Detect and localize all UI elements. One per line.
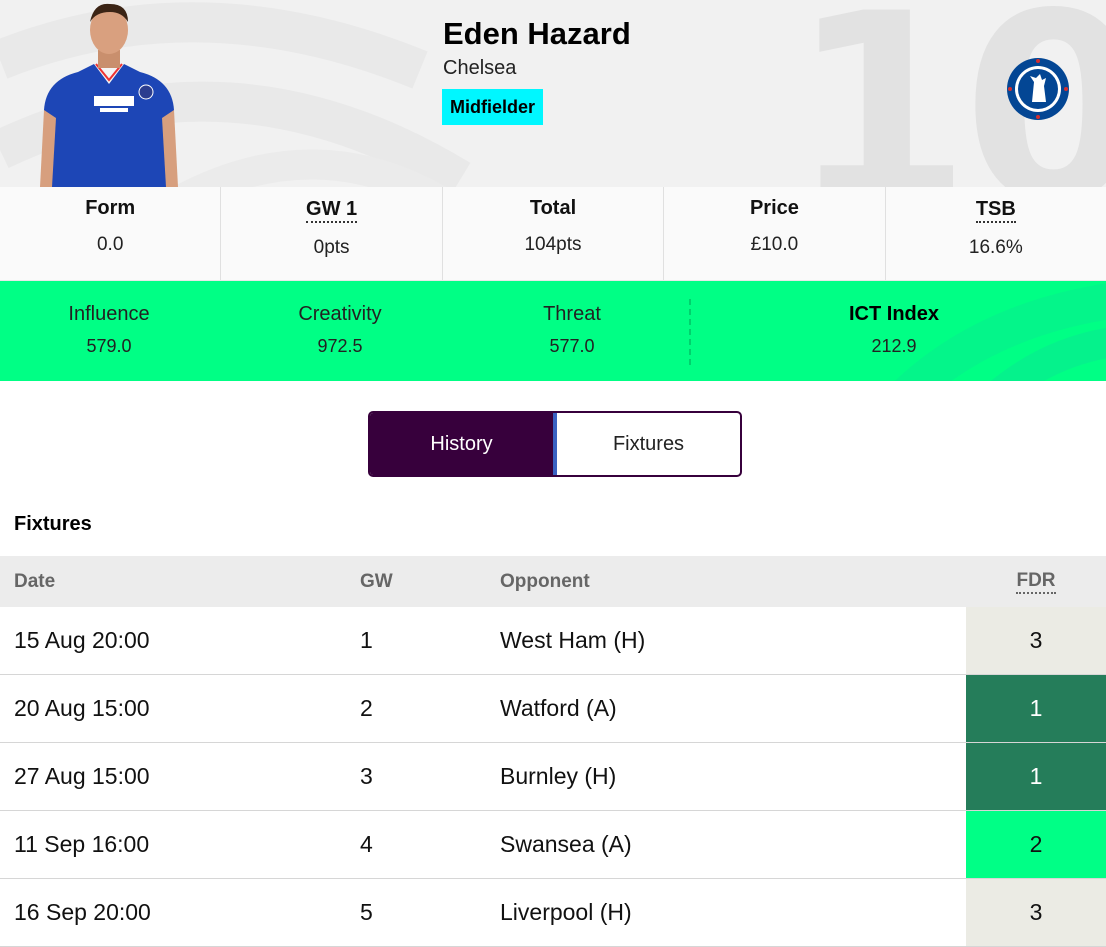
fixture-opponent: Liverpool (H) xyxy=(500,899,632,925)
table-row: 11 Sep 16:00 4 Swansea (A) 2 xyxy=(0,811,1106,879)
fixture-date: 27 Aug 15:00 xyxy=(14,763,150,789)
ict-value: 212.9 xyxy=(871,336,917,356)
fixture-fdr: 2 xyxy=(966,811,1106,878)
stat-label: Total xyxy=(529,197,577,219)
stat-value: 0pts xyxy=(313,237,350,258)
stat-value: 16.6% xyxy=(968,237,1023,258)
ict-value: 577.0 xyxy=(549,336,595,356)
fixture-opponent: Burnley (H) xyxy=(500,763,617,789)
view-tabs: History Fixtures xyxy=(368,411,742,477)
stat-value: 104pts xyxy=(524,234,582,255)
tab-fixtures[interactable]: Fixtures xyxy=(557,413,740,475)
ict-creativity: Creativity 972.5 xyxy=(218,281,462,381)
club-crest-icon xyxy=(1007,58,1069,120)
fixture-gw: 5 xyxy=(360,899,373,925)
column-header-gw: GW xyxy=(360,570,393,592)
ict-label: ICT Index xyxy=(848,303,939,325)
ict-value: 579.0 xyxy=(86,336,132,356)
fixture-date: 11 Sep 16:00 xyxy=(14,831,150,857)
fixtures-table: Date GW Opponent FDR 15 Aug 20:00 1 West… xyxy=(0,556,1106,947)
stat-label: Price xyxy=(749,197,799,219)
stat-gameweek: GW 1 0pts xyxy=(221,187,443,280)
stat-value: £10.0 xyxy=(750,234,799,255)
tab-history[interactable]: History xyxy=(370,413,557,475)
stat-value: 0.0 xyxy=(96,234,124,255)
fixture-date: 20 Aug 15:00 xyxy=(14,695,150,721)
stat-price: Price £10.0 xyxy=(664,187,886,280)
fixture-opponent: Watford (A) xyxy=(500,695,617,721)
ict-threat: Threat 577.0 xyxy=(462,281,682,381)
stat-label[interactable]: GW 1 xyxy=(306,197,358,223)
stat-tsb: TSB 16.6% xyxy=(886,187,1106,280)
stat-total: Total 104pts xyxy=(443,187,665,280)
ict-value: 972.5 xyxy=(317,336,363,356)
fixture-gw: 4 xyxy=(360,831,373,857)
ict-influence: Influence 579.0 xyxy=(0,281,218,381)
player-header: 10 Eden Hazard Chelsea Midfielder xyxy=(0,0,1106,187)
column-header-fdr: FDR xyxy=(966,556,1106,607)
stat-form: Form 0.0 xyxy=(0,187,222,280)
player-stats-bar: Form 0.0 GW 1 0pts Total 104pts Price £1… xyxy=(0,187,1106,281)
fixture-fdr: 3 xyxy=(966,879,1106,946)
column-header-date: Date xyxy=(14,570,56,592)
player-photo xyxy=(40,3,178,187)
fixture-date: 16 Sep 20:00 xyxy=(14,899,151,925)
ict-label: Creativity xyxy=(298,303,382,325)
stat-label: Form xyxy=(85,197,136,219)
fixture-fdr: 3 xyxy=(966,607,1106,674)
table-row: 15 Aug 20:00 1 West Ham (H) 3 xyxy=(0,607,1106,675)
fixture-gw: 1 xyxy=(360,627,373,653)
fixture-date: 15 Aug 20:00 xyxy=(14,627,150,653)
ict-stats-bar: Influence 579.0 Creativity 972.5 Threat … xyxy=(0,281,1106,381)
table-row: 20 Aug 15:00 2 Watford (A) 1 xyxy=(0,675,1106,743)
fixture-opponent: West Ham (H) xyxy=(500,627,646,653)
fixture-fdr: 1 xyxy=(966,743,1106,810)
fixture-fdr: 1 xyxy=(966,675,1106,742)
table-row: 27 Aug 15:00 3 Burnley (H) 1 xyxy=(0,743,1106,811)
fixture-gw: 2 xyxy=(360,695,373,721)
ict-label: Threat xyxy=(543,303,601,325)
player-name: Eden Hazard xyxy=(443,16,631,51)
fdr-header-label[interactable]: FDR xyxy=(1016,570,1056,594)
fixtures-title: Fixtures xyxy=(14,513,92,535)
table-row: 16 Sep 20:00 5 Liverpool (H) 3 xyxy=(0,879,1106,947)
fixture-gw: 3 xyxy=(360,763,373,789)
ict-label: Influence xyxy=(68,303,150,325)
ict-index: ICT Index 212.9 xyxy=(682,281,1106,381)
column-header-opponent: Opponent xyxy=(500,570,590,592)
position-badge: Midfielder xyxy=(442,89,544,125)
stat-label[interactable]: TSB xyxy=(975,197,1016,223)
table-header: Date GW Opponent FDR xyxy=(0,556,1106,607)
team-name: Chelsea xyxy=(443,57,517,79)
fixture-opponent: Swansea (A) xyxy=(500,831,632,857)
